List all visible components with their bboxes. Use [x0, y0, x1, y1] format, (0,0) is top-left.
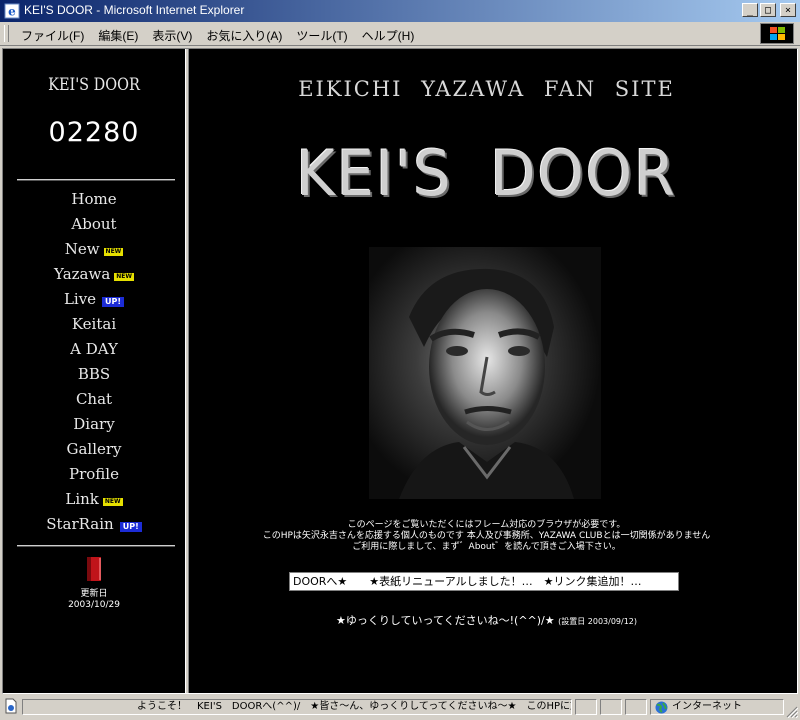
- close-button[interactable]: ×: [780, 3, 796, 17]
- new-badge: NEW: [114, 272, 135, 281]
- security-zone-pane[interactable]: インターネット: [650, 699, 784, 715]
- up-badge: UP!: [102, 296, 125, 307]
- welcome-text: ★ゆっくりしていってくださいね〜!(^^)/★: [335, 614, 555, 627]
- nav-item-bbs[interactable]: BBS: [3, 361, 185, 386]
- nav-item-label: Diary: [73, 414, 115, 433]
- status-pane-empty: [600, 699, 622, 715]
- nav-item-about[interactable]: About: [3, 211, 185, 236]
- access-counter: 02280: [48, 117, 140, 148]
- menu-file[interactable]: ファイル(F): [14, 26, 91, 45]
- nav-item-chat[interactable]: Chat: [3, 386, 185, 411]
- notice-line: このページをご覧いただくにはフレーム対応のブラウザが必要です。: [347, 520, 626, 530]
- main-frame: EIKICHI YAZAWA FAN SITE KEI'S DOOR このページ…: [189, 49, 797, 693]
- nav-item-new[interactable]: New NEW: [3, 236, 185, 261]
- nav-item-keitai[interactable]: Keitai: [3, 311, 185, 336]
- nav-item-label: New: [64, 239, 100, 258]
- window-title: KEI'S DOOR - Microsoft Internet Explorer: [24, 3, 245, 17]
- nav-item-diary[interactable]: Diary: [3, 411, 185, 436]
- nav-item-a-day[interactable]: A DAY: [3, 336, 185, 361]
- notice-line: このHPは矢沢永吉さんを応援する個人のものです 本人及び事務所、YAZAWA C…: [262, 531, 711, 541]
- security-zone-label: インターネット: [672, 701, 742, 712]
- nav-item-profile[interactable]: Profile: [3, 461, 185, 486]
- page-icon: [5, 698, 17, 714]
- nav-item-gallery[interactable]: Gallery: [3, 436, 185, 461]
- sidebar-nav: Home About New NEW Yazawa NEW Live UP! Keit…: [3, 186, 185, 536]
- status-message-pane: ようこそ！ KEI'S DOORへ(^^)/ ★皆さ〜ん、ゆっくりしてってくださ…: [22, 699, 572, 715]
- site-tagline: EIKICHI YAZAWA FAN SITE: [298, 77, 675, 101]
- nav-item-label: A DAY: [70, 339, 118, 358]
- nav-item-label: Link: [65, 489, 99, 508]
- nav-item-label: StarRain: [46, 514, 114, 533]
- nav-item-label: Yazawa: [53, 264, 111, 283]
- nav-item-label: Gallery: [66, 439, 122, 458]
- nav-item-live[interactable]: Live UP!: [3, 286, 185, 311]
- nav-item-home[interactable]: Home: [3, 186, 185, 211]
- menu-help[interactable]: ヘルプ(H): [355, 26, 422, 45]
- minimize-button[interactable]: _: [742, 3, 758, 17]
- nav-item-label: Keitai: [71, 314, 117, 333]
- ie-logo-icon: e: [4, 3, 20, 19]
- sidebar-site-name: KEI'S DOOR: [48, 75, 140, 95]
- nav-item-starrain[interactable]: StarRain UP!: [3, 511, 185, 536]
- portrait-image: [369, 247, 601, 499]
- browser-viewport: KEI'S DOOR 02280 Home About New NEW Yazaw…: [2, 48, 798, 694]
- nav-item-label: About: [71, 214, 117, 233]
- divider: [17, 545, 175, 547]
- status-pane-empty: [575, 699, 597, 715]
- update-date: 2003/10/29: [68, 600, 120, 610]
- update-label: 更新日: [80, 589, 108, 599]
- size-grip-icon[interactable]: [786, 706, 798, 718]
- nav-item-label: Live: [63, 289, 97, 308]
- welcome-message: ★ゆっくりしていってくださいね〜!(^^)/★ (設置日 2003/09/12): [189, 612, 784, 628]
- established-date: (設置日 2003/09/12): [558, 617, 638, 626]
- toolbar-grip[interactable]: [4, 25, 9, 42]
- new-badge: NEW: [102, 497, 123, 506]
- nav-item-label: Chat: [75, 389, 113, 408]
- left-frame: KEI'S DOOR 02280 Home About New NEW Yazaw…: [3, 49, 185, 693]
- site-title: KEI'S DOOR: [296, 137, 677, 210]
- nav-item-label: BBS: [77, 364, 111, 383]
- status-pane-empty: [625, 699, 647, 715]
- menu-tools[interactable]: ツール(T): [289, 26, 354, 45]
- globe-icon: [655, 701, 668, 714]
- nav-item-yazawa[interactable]: Yazawa NEW: [3, 261, 185, 286]
- status-bar: ようこそ！ KEI'S DOORへ(^^)/ ★皆さ〜ん、ゆっくりしてってくださ…: [0, 696, 800, 720]
- new-badge: NEW: [103, 247, 124, 256]
- up-badge: UP!: [119, 521, 142, 532]
- windows-logo: [760, 23, 794, 44]
- menu-favorites[interactable]: お気に入り(A): [199, 26, 289, 45]
- menu-bar: ファイル(F) 編集(E) 表示(V) お気に入り(A) ツール(T) ヘルプ(…: [0, 22, 800, 46]
- update-book-icon[interactable]: [84, 556, 104, 582]
- menu-edit[interactable]: 編集(E): [91, 26, 145, 45]
- svg-text:e: e: [8, 5, 16, 19]
- divider: [17, 179, 175, 181]
- marquee-ticker: DOORへ★ ★表紙リニューアルしました！… ★リンク集追加！…: [289, 572, 679, 591]
- notice-line: ご利用に際しまして、まず゛About゛を読んで頂きご入場下さい。: [352, 542, 621, 552]
- nav-item-label: Profile: [69, 464, 119, 483]
- nav-item-link[interactable]: Link NEW: [3, 486, 185, 511]
- window-title-bar[interactable]: e KEI'S DOOR - Microsoft Internet Explor…: [0, 0, 800, 22]
- windows-logo-icon: [770, 27, 785, 40]
- nav-item-label: Home: [71, 189, 117, 208]
- menu-view[interactable]: 表示(V): [145, 26, 199, 45]
- maximize-button[interactable]: □: [760, 3, 776, 17]
- notice-text: このページをご覧いただくにはフレーム対応のブラウザが必要です。 このHPは矢沢永…: [189, 520, 784, 553]
- status-message: ようこそ！ KEI'S DOORへ(^^)/ ★皆さ〜ん、ゆっくりしてってくださ…: [137, 701, 572, 712]
